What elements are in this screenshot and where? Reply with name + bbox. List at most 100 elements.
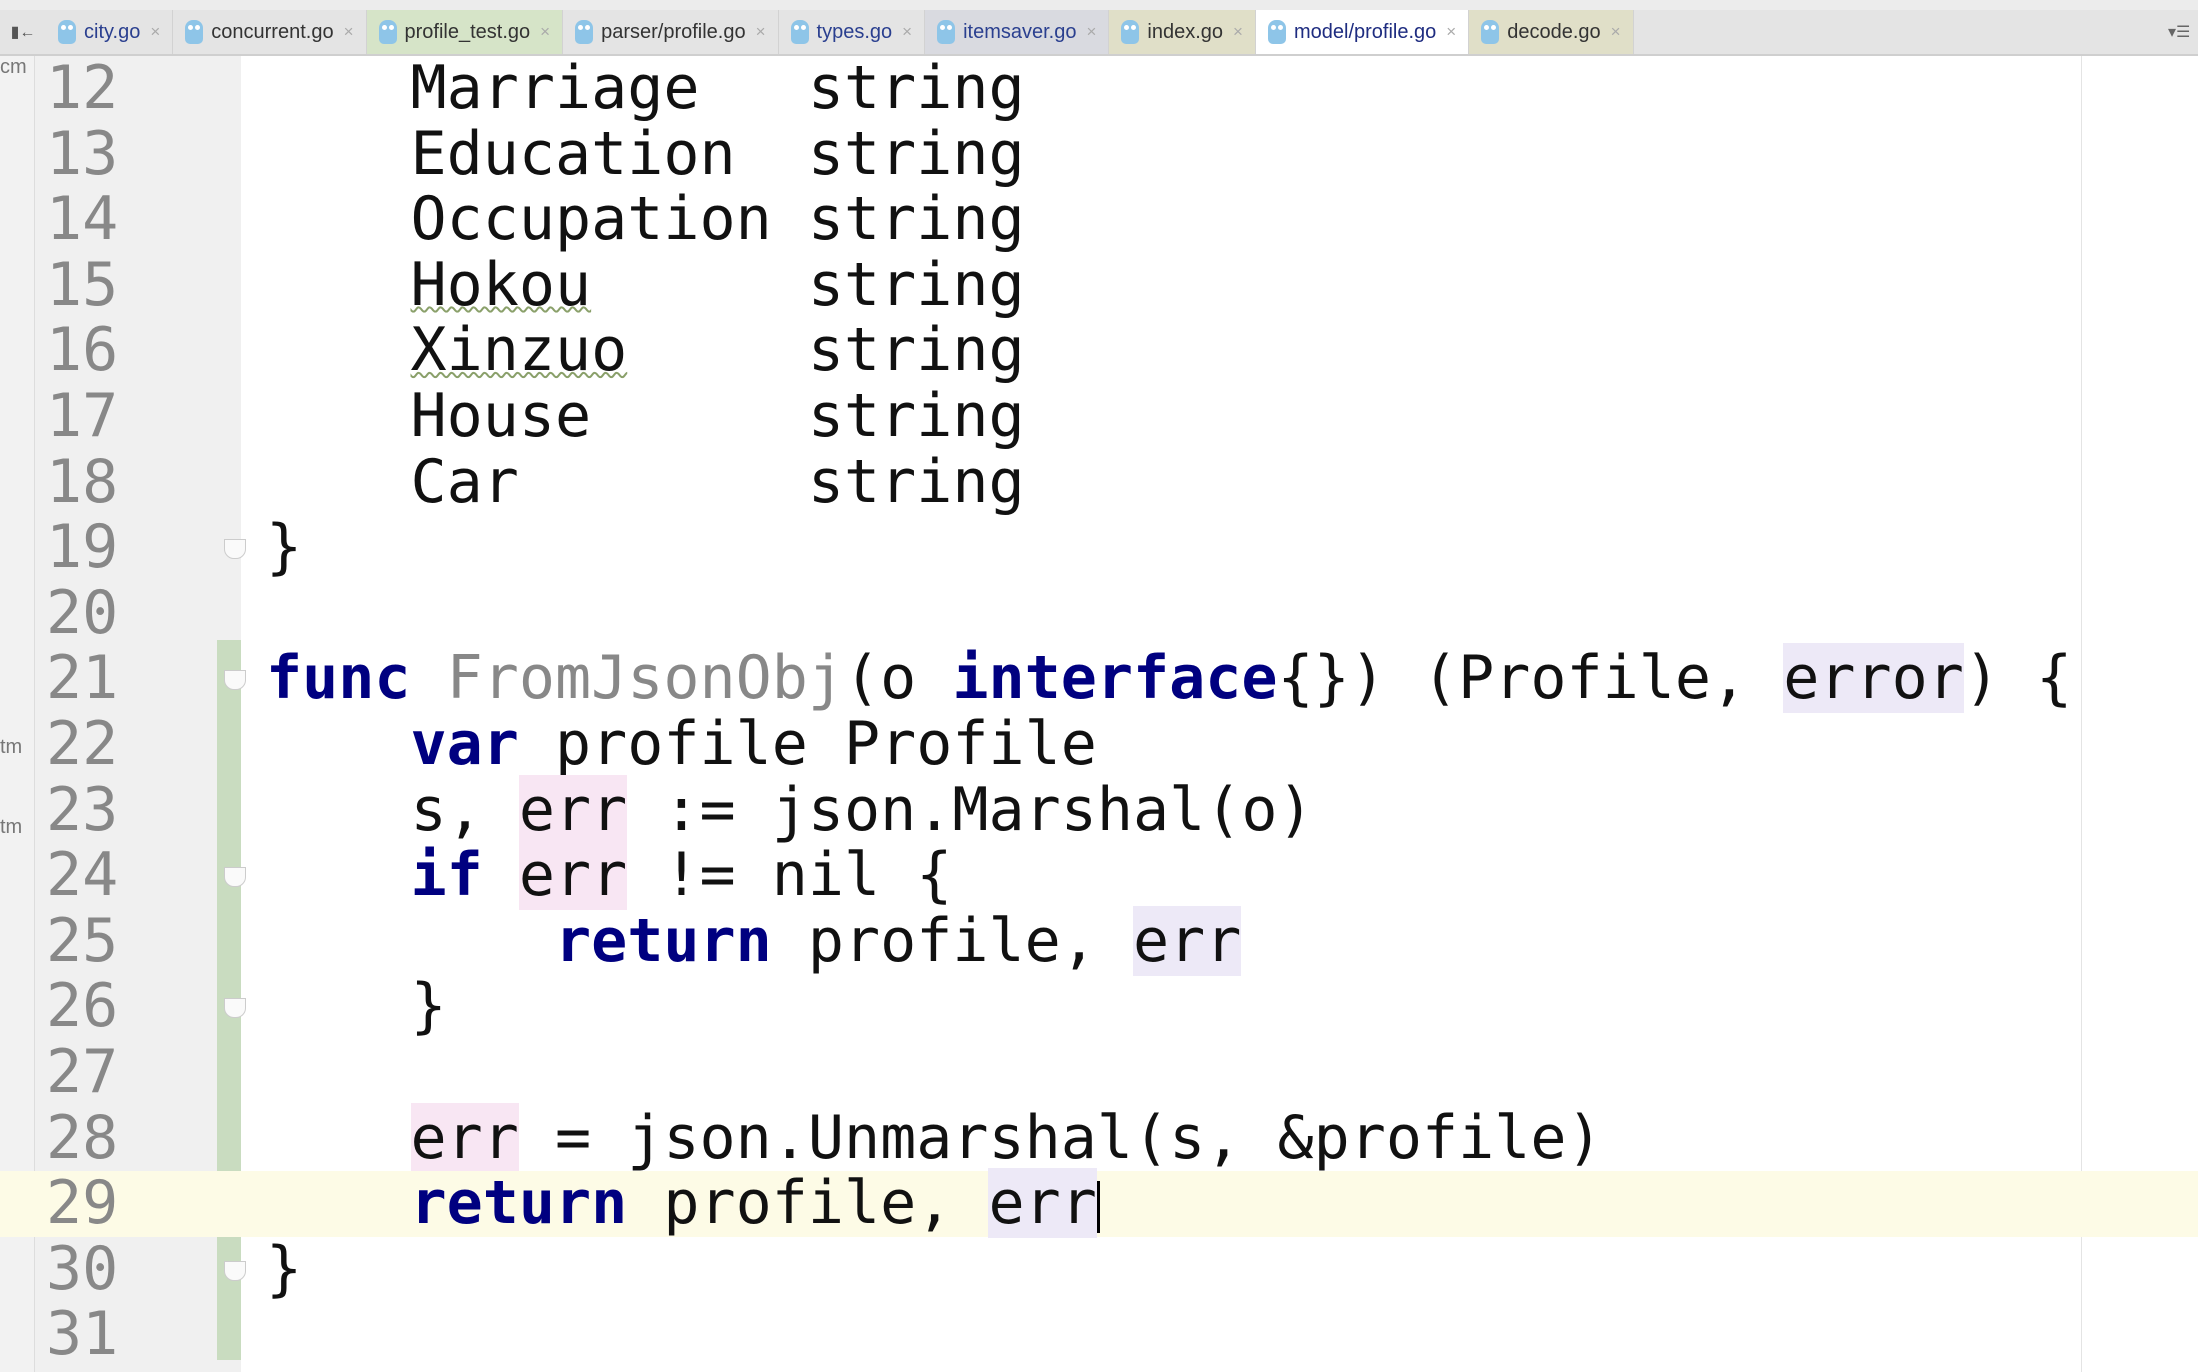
code-line[interactable]: 31 [0,1302,2198,1368]
tab-label: city.go [84,20,141,43]
fold-marker-icon[interactable] [224,998,246,1019]
code-text: Hokou string [266,249,1025,320]
code-line[interactable]: 24 if err != nil { [0,840,2198,911]
tab-itemsaver-go[interactable]: itemsaver.go × [925,10,1110,54]
code-line[interactable]: 15 Hokou string [0,249,2198,320]
code-line[interactable]: 12 Marriage string [0,53,2198,123]
tab-profile-test-go[interactable]: profile_test.go × [366,10,564,54]
code-text: return profile, err [266,905,1242,976]
close-tab-icon[interactable]: × [1611,22,1621,42]
code-token: } [266,512,303,583]
close-tab-icon[interactable]: × [1446,22,1456,42]
tab-label: itemsaver.go [963,20,1077,43]
code-line[interactable]: 26 } [0,974,2198,1040]
code-line[interactable]: 19} [0,512,2198,583]
go-file-icon [378,20,397,44]
line-number: 25 [46,905,119,976]
code-token: string [591,249,1025,320]
code-line[interactable]: 16 Xinzuo string [0,318,2198,384]
code-line[interactable]: 18 Car string [0,446,2198,517]
code-token: err [518,840,628,911]
code-line[interactable]: 23 s, err := json.Marshal(o) [0,774,2198,845]
code-line[interactable]: 20 [0,580,2198,647]
line-number: 12 [46,53,119,123]
close-tab-icon[interactable]: × [902,22,912,42]
line-number: 29 [46,1168,119,1239]
close-tab-icon[interactable]: × [344,22,354,42]
code-token: string [627,315,1025,386]
tab-types-go[interactable]: types.go × [779,10,926,54]
close-tab-icon[interactable]: × [1233,22,1243,42]
code-text: } [266,1233,303,1304]
code-token: Occupation string [266,184,1025,255]
close-tab-icon[interactable]: × [756,22,766,42]
go-file-icon [575,20,594,44]
code-line[interactable]: 14 Occupation string [0,184,2198,255]
code-text: Xinzuo string [266,318,1025,384]
code-line[interactable]: 27 [0,1037,2198,1107]
code-text: Occupation string [266,184,1025,255]
code-line[interactable]: 21 func FromJsonObj(o interface{}) (Profi… [0,643,2198,714]
tab-label: types.go [816,20,893,43]
code-token: != nil { [627,840,953,911]
code-line[interactable]: 22 var profile Profile [0,709,2198,779]
code-token: profile Profile [518,709,1097,779]
fold-marker-icon[interactable] [224,867,246,888]
go-file-icon [185,20,204,44]
fold-marker-icon[interactable] [224,670,246,691]
close-tab-icon[interactable]: × [1086,22,1096,42]
line-number: 26 [46,971,119,1042]
code-line[interactable]: 29 return profile, err [0,1168,2198,1239]
code-token: err [410,1102,519,1173]
code-token: profile, [771,905,1133,976]
code-token: Education string [266,118,1025,189]
code-token: error [1783,643,1964,714]
text-caret [1096,1180,1100,1233]
tab-index-go[interactable]: index.go × [1109,10,1256,54]
code-line[interactable]: 25 return profile, err [0,905,2198,976]
code-text: s, err := json.Marshal(o) [266,774,1314,845]
recent-files-icon[interactable]: ▮← [0,10,46,54]
code-token: profile, [627,1168,989,1239]
code-token: = json.Unmarshal(s, &profile) [518,1102,1603,1173]
tab-city-go[interactable]: city.go × [46,10,174,54]
code-line[interactable]: 30} [0,1233,2198,1304]
close-tab-icon[interactable]: × [150,22,160,42]
code-line[interactable]: 13 Education string [0,118,2198,189]
code-token: House string [266,381,1025,451]
line-number: 28 [46,1102,119,1173]
line-number: 18 [46,446,119,517]
line-number: 24 [46,840,119,911]
code-token: FromJsonObj [446,643,844,714]
tab-parser-profile-go[interactable]: parser/profile.go × [563,10,779,54]
tab-decode-go[interactable]: decode.go × [1469,10,1634,54]
code-line[interactable]: 17 House string [0,381,2198,451]
tab-label: model/profile.go [1293,20,1437,43]
code-text: House string [266,381,1025,451]
keyword: if [410,840,483,911]
close-tab-icon[interactable]: × [540,22,550,42]
tab-concurrent-go[interactable]: concurrent.go × [173,10,367,54]
keyword: var [410,709,519,779]
tab-model-profile-go[interactable]: model/profile.go × [1255,10,1470,54]
line-number: 27 [46,1037,119,1107]
code-token: Hokou [410,249,592,320]
tab-overflow-menu-icon[interactable]: ▾☰ [2168,10,2198,54]
keyword: interface [952,643,1278,714]
code-token: } [266,1233,303,1304]
tab-label: concurrent.go [211,20,334,43]
code-line[interactable]: 28 err = json.Unmarshal(s, &profile) [0,1102,2198,1173]
code-text: } [266,512,303,583]
code-token: Xinzuo [410,315,628,386]
line-number: 19 [46,512,119,583]
fold-marker-icon[interactable] [224,539,246,560]
code-token: Marriage string [266,53,1025,123]
fold-marker-icon[interactable] [224,1260,246,1281]
